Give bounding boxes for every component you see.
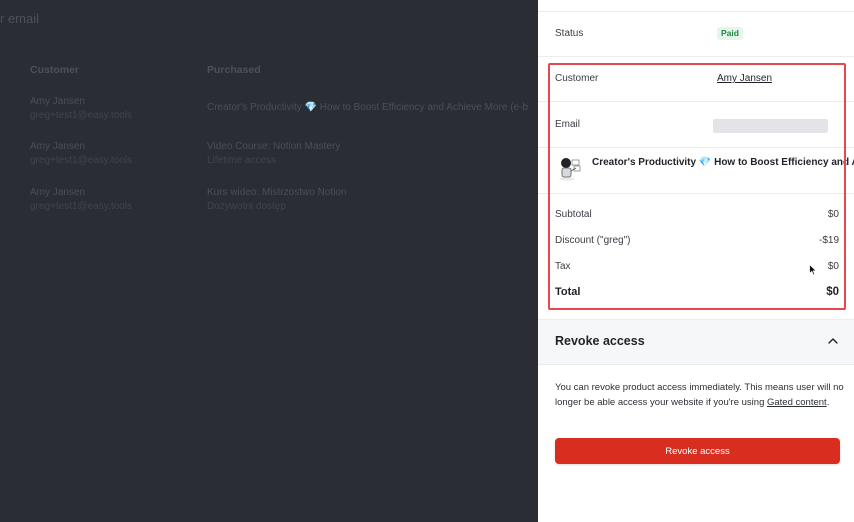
gated-content-link[interactable]: Gated content <box>767 397 827 408</box>
product-access: Dożywotni dostęp <box>207 201 286 212</box>
subtotal-label: Subtotal <box>555 209 592 220</box>
product-name-rest: How to Boost Efficiency and Achieve More… <box>316 102 528 113</box>
product-thumbnail <box>555 154 583 182</box>
total-value: $0 <box>826 286 839 298</box>
table-row[interactable]: Amy Jansen greg+test1@easy.tools Kurs wi… <box>0 186 538 226</box>
gem-icon: 💎 <box>698 157 712 168</box>
product-name: Kurs wideo: Mistrzostwo Notion <box>207 187 347 198</box>
gem-icon: 💎 <box>304 102 317 113</box>
revoke-access-button[interactable]: Revoke access <box>555 438 840 464</box>
column-header-customer: Customer <box>30 64 80 76</box>
customer-name: Amy Jansen <box>30 141 86 152</box>
product-title-rest: How to Boost Efficiency and Ac <box>711 157 854 168</box>
total-label: Total <box>555 286 581 298</box>
divider <box>538 11 854 12</box>
product-title-text: Creator's Productivity <box>592 157 699 168</box>
revoke-access-description: You can revoke product access immediatel… <box>555 381 845 410</box>
table-row[interactable]: Amy Jansen greg+test1@easy.tools Video C… <box>0 140 538 180</box>
revoke-desc-end: . <box>826 396 830 408</box>
divider <box>538 56 854 57</box>
email-value-redacted <box>713 119 828 133</box>
product-name: Creator's Productivity <box>207 102 305 113</box>
column-header-purchased: Purchased <box>207 64 261 76</box>
customer-email: greg+test1@easy.tools <box>30 155 132 166</box>
tax-value: $0 <box>827 261 839 272</box>
tax-label: Tax <box>555 261 571 272</box>
chevron-up-icon[interactable] <box>827 335 839 347</box>
discount-value: -$19 <box>818 235 839 246</box>
product-name: Video Course: Notion Mastery <box>207 141 341 152</box>
email-label: Email <box>555 119 581 130</box>
divider <box>538 147 854 148</box>
order-details-drawer: Status Paid Customer Amy Jansen Email Cr… <box>538 0 854 522</box>
revoke-access-title: Revoke access <box>555 334 645 348</box>
status-label: Status <box>555 28 584 39</box>
subtotal-value: $0 <box>827 209 839 220</box>
product-access: Lifetime access <box>207 155 276 166</box>
table-row[interactable]: Amy Jansen greg+test1@easy.tools Creator… <box>0 95 538 135</box>
customer-email: greg+test1@easy.tools <box>30 201 132 212</box>
customer-name: Amy Jansen <box>30 96 86 107</box>
customer-link[interactable]: Amy Jansen <box>717 73 772 84</box>
status-badge: Paid <box>717 27 743 40</box>
product-title: Creator's Productivity 💎 How to Boost Ef… <box>592 157 854 168</box>
divider <box>538 101 854 102</box>
background-page: r email Customer Purchased Amy Jansen gr… <box>0 0 538 522</box>
search-placeholder-fragment: r email <box>0 11 40 26</box>
customer-name: Amy Jansen <box>30 187 86 198</box>
discount-label: Discount ("greg") <box>555 235 631 246</box>
mouse-cursor-icon <box>809 264 817 276</box>
customer-email: greg+test1@easy.tools <box>30 110 132 121</box>
divider <box>538 193 854 194</box>
revoke-access-section-header[interactable]: Revoke access <box>538 319 854 365</box>
customer-label: Customer <box>555 73 599 84</box>
